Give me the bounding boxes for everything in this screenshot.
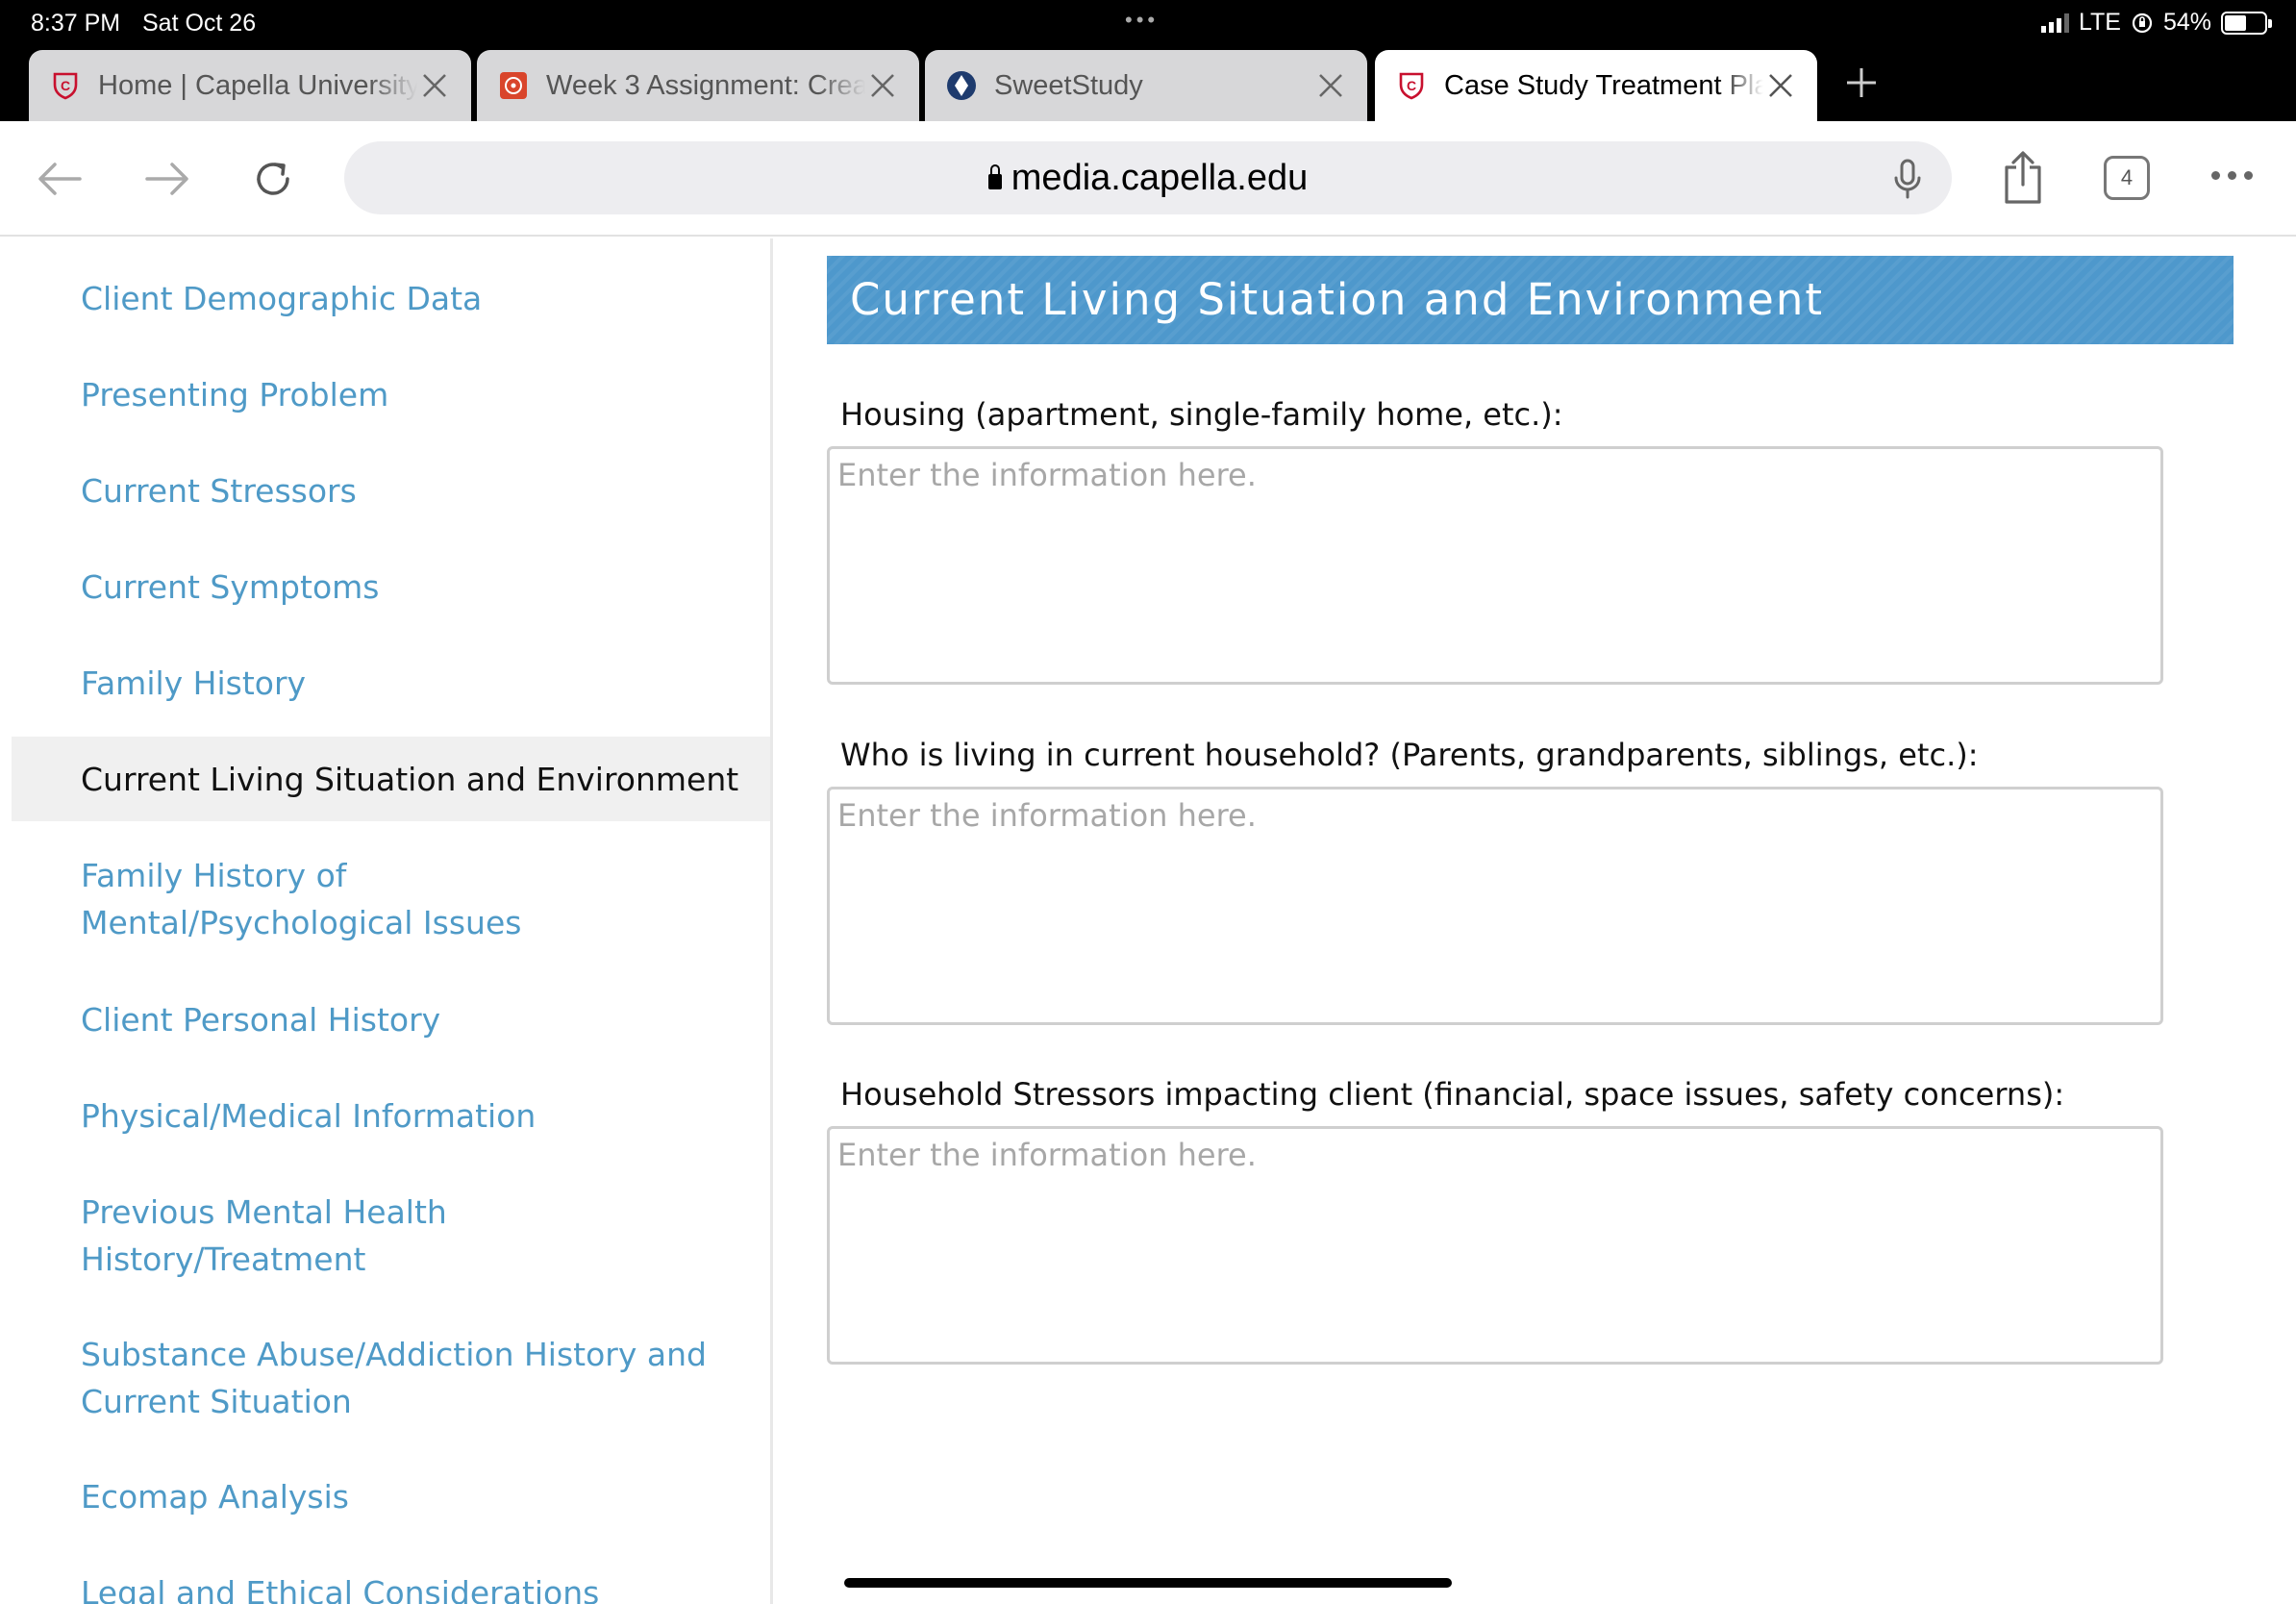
browser-tab[interactable]: SweetStudy bbox=[925, 50, 1367, 121]
forward-arrow-icon[interactable] bbox=[138, 152, 196, 206]
sidebar-item-client-personal-history[interactable]: Client Personal History bbox=[12, 996, 771, 1043]
address-bar[interactable]: media.capella.edu bbox=[344, 141, 1952, 214]
sidebar-divider bbox=[770, 238, 773, 1604]
cellular-signal-icon bbox=[2040, 13, 2069, 33]
network-type: LTE bbox=[2078, 9, 2121, 36]
tab-title: Home | Capella University bbox=[98, 69, 417, 101]
status-time: 8:37 PM bbox=[31, 10, 121, 37]
capella-shield-icon: C bbox=[50, 70, 81, 101]
battery-percent: 54% bbox=[2162, 9, 2211, 36]
tab-title: Week 3 Assignment: Create bbox=[546, 69, 865, 101]
sidebar-nav: Client Demographic Data Presenting Probl… bbox=[12, 238, 773, 1604]
main-content: Current Living Situation and Environment… bbox=[775, 238, 2296, 1604]
multitasking-dots-icon[interactable]: ••• bbox=[1125, 8, 1159, 33]
orientation-lock-icon bbox=[2132, 13, 2153, 33]
close-tab-icon[interactable] bbox=[865, 68, 900, 103]
battery-icon bbox=[2221, 11, 2272, 35]
sidebar-item-ecomap-analysis[interactable]: Ecomap Analysis bbox=[12, 1473, 771, 1520]
sidebar-item-previous-mental-health[interactable]: Previous Mental Health History/Treatment bbox=[12, 1189, 512, 1283]
svg-text:C: C bbox=[61, 78, 70, 93]
reload-icon[interactable] bbox=[244, 152, 302, 206]
back-arrow-icon[interactable] bbox=[31, 152, 88, 206]
tab-title: SweetStudy bbox=[994, 69, 1143, 101]
status-date: Sat Oct 26 bbox=[142, 10, 257, 37]
status-bar: 8:37 PM Sat Oct 26 ••• LTE 54% bbox=[0, 0, 2296, 46]
capella-shield-icon: C bbox=[1396, 70, 1427, 101]
sidebar-item-physical-medical[interactable]: Physical/Medical Information bbox=[12, 1092, 771, 1140]
more-options-icon[interactable] bbox=[2211, 171, 2253, 180]
url-text: media.capella.edu bbox=[1011, 157, 1309, 198]
sidebar-item-current-symptoms[interactable]: Current Symptoms bbox=[12, 564, 771, 611]
share-icon[interactable] bbox=[1994, 146, 2052, 210]
close-tab-icon[interactable] bbox=[1313, 68, 1348, 103]
new-tab-plus-icon[interactable] bbox=[1842, 63, 1881, 102]
assignment-icon bbox=[498, 70, 529, 101]
browser-tab-bar: C Home | Capella University Week 3 Assig… bbox=[0, 46, 2296, 121]
lock-icon bbox=[987, 164, 1002, 189]
sidebar-item-presenting-problem[interactable]: Presenting Problem bbox=[12, 371, 771, 418]
sidebar-item-family-history-mental[interactable]: Family History of Mental/Psychological I… bbox=[12, 852, 685, 946]
close-tab-icon[interactable] bbox=[417, 68, 452, 103]
browser-tab[interactable]: C Home | Capella University bbox=[29, 50, 471, 121]
sweetstudy-icon bbox=[946, 70, 977, 101]
microphone-icon[interactable] bbox=[1892, 159, 1923, 199]
sidebar-item-client-demographic-data[interactable]: Client Demographic Data bbox=[12, 275, 771, 322]
housing-label: Housing (apartment, single-family home, … bbox=[840, 396, 1563, 433]
household-stressors-input[interactable] bbox=[827, 1126, 2163, 1365]
home-indicator bbox=[844, 1578, 1452, 1588]
tab-title: Case Study Treatment Plan bbox=[1444, 69, 1763, 101]
sidebar-item-family-history[interactable]: Family History bbox=[12, 660, 771, 707]
housing-input[interactable] bbox=[827, 446, 2163, 685]
browser-tab-active[interactable]: C Case Study Treatment Plan bbox=[1375, 50, 1817, 121]
household-members-label: Who is living in current household? (Par… bbox=[840, 737, 1979, 773]
browser-toolbar: media.capella.edu 4 bbox=[0, 121, 2296, 237]
sidebar-item-current-living-situation[interactable]: Current Living Situation and Environment bbox=[12, 737, 771, 821]
sidebar-item-current-stressors[interactable]: Current Stressors bbox=[12, 467, 771, 514]
household-stressors-label: Household Stressors impacting client (fi… bbox=[840, 1076, 2065, 1113]
sidebar-item-substance-abuse[interactable]: Substance Abuse/Addiction History and Cu… bbox=[12, 1331, 713, 1425]
close-tab-icon[interactable] bbox=[1763, 68, 1798, 103]
section-title-banner: Current Living Situation and Environment bbox=[827, 256, 2234, 344]
household-members-input[interactable] bbox=[827, 787, 2163, 1025]
sidebar-item-legal-ethical[interactable]: Legal and Ethical Considerations bbox=[12, 1569, 771, 1604]
svg-text:C: C bbox=[1407, 78, 1416, 93]
tab-count-button[interactable]: 4 bbox=[2104, 156, 2150, 200]
browser-tab[interactable]: Week 3 Assignment: Create bbox=[477, 50, 919, 121]
